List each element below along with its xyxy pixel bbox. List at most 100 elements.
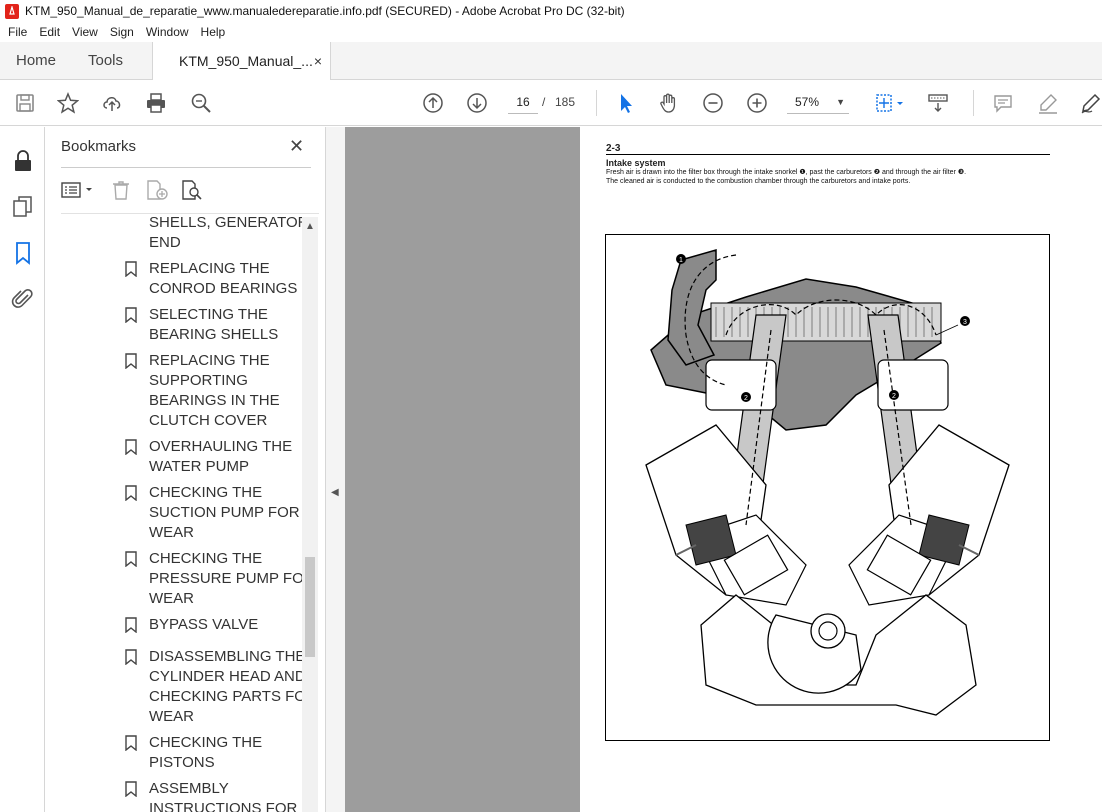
left-rail: [0, 127, 45, 812]
bookmark-label: CHECKING THE PRESSURE PUMP FOR WEAR: [149, 550, 303, 607]
scroll-up-icon[interactable]: ▲: [302, 221, 318, 233]
print-icon[interactable]: [144, 91, 168, 115]
callout-label: 3: [963, 319, 967, 326]
page-total: 185: [555, 95, 576, 109]
new-bookmark-icon[interactable]: [145, 177, 169, 203]
tab-document[interactable]: KTM_950_Manual_... ×: [152, 42, 331, 81]
bookmarks-title: Bookmarks: [61, 138, 137, 155]
title-bar: KTM_950_Manual_de_reparatie_www.manualed…: [0, 0, 1102, 22]
tools-divider: [61, 213, 319, 214]
bookmark-item[interactable]: REPLACING THE CONROD BEARINGS: [125, 259, 303, 299]
page-section-number: 2-3: [606, 143, 621, 154]
menu-edit[interactable]: Edit: [33, 25, 66, 39]
toolbar: [0, 80, 1102, 126]
scroll-mode-icon[interactable]: [926, 91, 950, 115]
find-bookmark-icon[interactable]: [180, 177, 204, 203]
bookmark-flag-icon: [125, 485, 137, 501]
document-viewer[interactable]: 2-3 Intake system Fresh air is drawn int…: [345, 127, 1102, 812]
tab-home[interactable]: Home: [16, 42, 56, 80]
bookmark-options-icon[interactable]: [61, 177, 95, 203]
page-up-icon[interactable]: [421, 91, 445, 115]
tab-tools[interactable]: Tools: [88, 42, 123, 80]
bookmark-flag-icon: [125, 781, 137, 797]
bookmark-label: OVERHAULING THE WATER PUMP: [149, 438, 293, 475]
bookmark-label: CHECKING THE SUCTION PUMP FOR WEAR: [149, 484, 300, 541]
bookmark-item[interactable]: CHECKING THE PRESSURE PUMP FOR WEAR: [125, 549, 303, 609]
engine-diagram: 1 2 2 3: [645, 249, 1010, 716]
bookmark-item[interactable]: SELECTING THE BEARING SHELLS: [125, 305, 303, 345]
bookmark-tools: [59, 177, 319, 203]
page-down-icon[interactable]: [465, 91, 489, 115]
zoom-out-icon[interactable]: [701, 91, 725, 115]
highlight-icon[interactable]: [1036, 91, 1060, 115]
acrobat-app-icon: [5, 3, 19, 19]
bookmark-item[interactable]: ASSEMBLY INSTRUCTIONS FOR: [125, 779, 303, 812]
scrollbar-thumb[interactable]: [305, 557, 315, 657]
save-icon[interactable]: [13, 91, 37, 115]
bookmark-label: BYPASS VALVE: [149, 616, 259, 633]
menu-window[interactable]: Window: [140, 25, 195, 39]
search-zoom-icon[interactable]: [189, 91, 213, 115]
lock-icon[interactable]: [11, 149, 35, 173]
bookmark-label: ASSEMBLY INSTRUCTIONS FOR: [149, 780, 298, 812]
callout-label: 1: [679, 257, 683, 264]
page-separator: /: [542, 95, 546, 109]
bookmark-label: REPLACING THE SUPPORTING BEARINGS IN THE…: [149, 352, 280, 429]
bookmark-item[interactable]: CHECKING THE PISTONS: [125, 733, 303, 773]
tab-document-label: KTM_950_Manual_...: [179, 53, 313, 69]
page-rule: [606, 154, 1050, 155]
cursor-icon[interactable]: [614, 91, 638, 115]
upload-icon[interactable]: [100, 91, 124, 115]
intake-system-figure: 1 2 2 3: [605, 234, 1050, 741]
bookmark-label: REPLACING THE CONROD BEARINGS: [149, 260, 298, 297]
menu-view[interactable]: View: [66, 25, 104, 39]
bookmark-list: SHELLS, GENERATOR END REPLACING THE CONR…: [45, 215, 303, 812]
bookmark-item[interactable]: OVERHAULING THE WATER PUMP: [125, 437, 303, 477]
bookmark-label: SELECTING THE BEARING SHELLS: [149, 306, 279, 343]
bookmark-label: DISASSEMBLING THE CYLINDER HEAD AND CHEC…: [149, 648, 303, 725]
bookmark-label: SHELLS, GENERATOR END: [149, 215, 303, 251]
hand-icon[interactable]: [657, 91, 681, 115]
callout-label: 2: [744, 395, 748, 402]
bookmark-item[interactable]: DISASSEMBLING THE CYLINDER HEAD AND CHEC…: [125, 647, 303, 727]
bookmark-item[interactable]: BYPASS VALVE: [125, 615, 303, 635]
zoom-value: 57%: [795, 95, 820, 109]
bookmark-item[interactable]: CHECKING THE SUCTION PUMP FOR WEAR: [125, 483, 303, 543]
fit-page-icon[interactable]: [872, 91, 896, 115]
bookmark-flag-icon: [125, 261, 137, 277]
page-heading: Intake system: [606, 158, 666, 168]
star-icon[interactable]: [56, 91, 80, 115]
bookmark-flag-icon: [125, 353, 137, 369]
bookmarks-scrollbar[interactable]: ▲: [302, 217, 318, 812]
delete-icon[interactable]: [111, 177, 131, 203]
menu-file[interactable]: File: [2, 25, 33, 39]
comment-icon[interactable]: [991, 91, 1015, 115]
sign-icon[interactable]: [1079, 91, 1102, 115]
menu-sign[interactable]: Sign: [104, 25, 140, 39]
bookmark-flag-icon: [125, 649, 137, 665]
window-title: KTM_950_Manual_de_reparatie_www.manualed…: [25, 4, 625, 18]
toolbar-divider: [973, 90, 974, 116]
panel-collapse-handle[interactable]: ◀: [325, 127, 345, 812]
bookmark-flag-icon: [125, 617, 137, 633]
bookmark-item[interactable]: SHELLS, GENERATOR END: [149, 215, 303, 253]
page-number-input[interactable]: 16: [508, 90, 538, 114]
attachment-icon[interactable]: [11, 287, 35, 311]
zoom-in-icon[interactable]: [745, 91, 769, 115]
page-text-line: The cleaned air is conducted to the comb…: [606, 178, 911, 185]
bookmark-flag-icon: [125, 551, 137, 567]
fit-dropdown-chevron-icon[interactable]: [895, 91, 905, 115]
bookmark-label: CHECKING THE PISTONS: [149, 734, 263, 771]
tab-bar: Home Tools KTM_950_Manual_... ×: [0, 42, 1102, 81]
zoom-select[interactable]: 57% ▼: [787, 90, 849, 114]
callout-label: 2: [892, 393, 896, 400]
menu-help[interactable]: Help: [195, 25, 232, 39]
bookmark-panel-icon[interactable]: [11, 241, 35, 265]
toolbar-divider: [596, 90, 597, 116]
tab-close-button[interactable]: ×: [314, 42, 322, 80]
pages-icon[interactable]: [11, 195, 35, 219]
menu-bar: File Edit View Sign Window Help: [0, 22, 1102, 42]
bookmark-item[interactable]: REPLACING THE SUPPORTING BEARINGS IN THE…: [125, 351, 303, 431]
close-icon[interactable]: ✕: [289, 136, 304, 157]
collapse-arrow-icon: ◀: [331, 487, 339, 498]
